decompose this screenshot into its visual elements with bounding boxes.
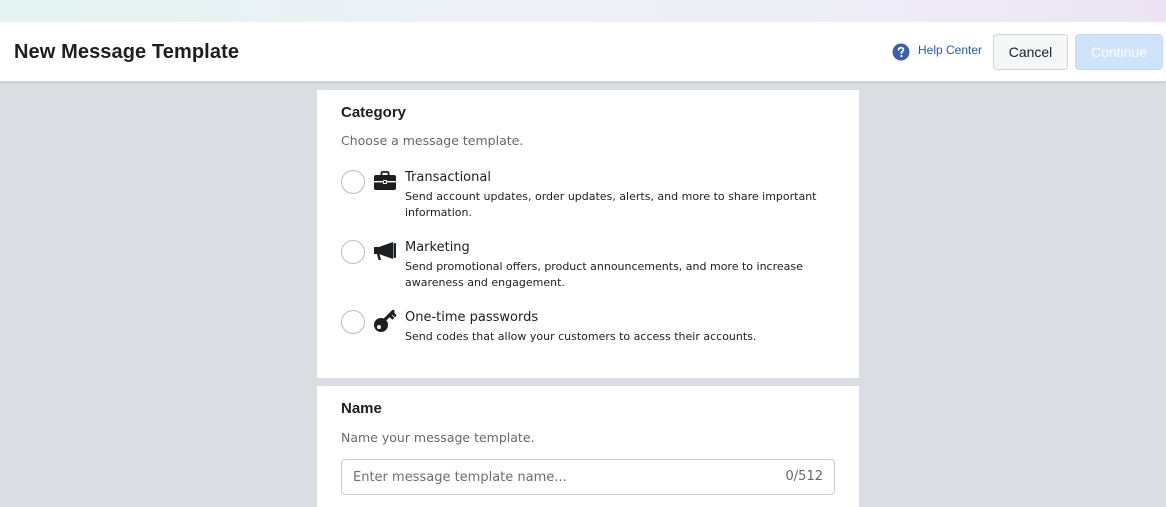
option-description: Send codes that allow your customers to …: [405, 330, 757, 343]
key-icon: [374, 309, 397, 332]
briefcase-icon: [374, 171, 396, 190]
template-name-field[interactable]: 0/512: [341, 459, 835, 495]
option-label: One-time passwords: [405, 310, 539, 325]
name-title: Name: [341, 400, 382, 417]
page-header: New Message Template Help Center Cancel …: [0, 22, 1166, 82]
option-description: Send promotional offers, product announc…: [405, 260, 803, 289]
category-option-otp[interactable]: One-time passwords Send codes that allow…: [341, 309, 841, 350]
option-label: Transactional: [405, 170, 491, 185]
help-center-link[interactable]: Help Center: [892, 43, 982, 61]
help-center-label: Help Center: [918, 43, 983, 57]
name-card: Name Name your message template. 0/512: [317, 386, 859, 507]
option-description: Send account updates, order updates, ale…: [405, 190, 817, 219]
category-option-transactional[interactable]: Transactional Send account updates, orde…: [341, 170, 841, 222]
template-name-input[interactable]: [342, 460, 772, 494]
option-label: Marketing: [405, 240, 470, 255]
radio-transactional[interactable]: [341, 170, 365, 194]
character-count: 0/512: [785, 469, 823, 484]
question-circle-icon: [892, 43, 910, 61]
radio-one-time-passwords[interactable]: [341, 310, 365, 334]
radio-marketing[interactable]: [341, 240, 365, 264]
cancel-button[interactable]: Cancel: [993, 34, 1068, 70]
name-subtitle: Name your message template.: [341, 430, 535, 445]
category-title: Category: [341, 104, 407, 121]
category-subtitle: Choose a message template.: [341, 133, 524, 148]
continue-button[interactable]: Continue: [1075, 34, 1163, 70]
page-title: New Message Template: [14, 41, 240, 63]
top-banner-gradient: [0, 0, 1166, 22]
megaphone-icon: [374, 242, 396, 260]
category-option-marketing[interactable]: Marketing Send promotional offers, produ…: [341, 240, 841, 292]
category-card: Category Choose a message template. Tran…: [317, 90, 859, 378]
